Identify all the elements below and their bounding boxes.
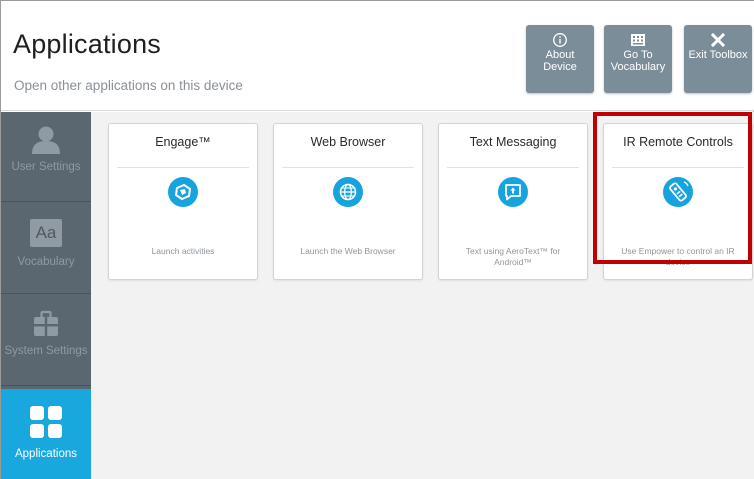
card-title: Text Messaging xyxy=(469,135,557,149)
page-title: Applications xyxy=(13,29,161,59)
sidebar-item-label: User Settings xyxy=(11,161,81,173)
sidebar-item-vocabulary[interactable]: Aa Vocabulary xyxy=(1,204,91,294)
card-description: Launch activities xyxy=(151,246,215,256)
app-card-text-messaging[interactable]: Text Messaging Text using AeroText™ for … xyxy=(438,123,588,280)
app-card-web-browser[interactable]: Web Browser Launch the Web Browser xyxy=(273,123,423,280)
go-to-vocabulary-label: Go To Vocabulary xyxy=(610,49,666,73)
info-icon xyxy=(526,31,594,49)
card-divider xyxy=(282,167,414,168)
close-icon xyxy=(684,31,752,49)
card-divider xyxy=(447,167,579,168)
sidebar-item-system-settings[interactable]: System Settings xyxy=(1,296,91,386)
aa-icon: Aa xyxy=(30,219,62,247)
grid-icon xyxy=(29,405,63,439)
card-divider xyxy=(117,167,249,168)
highlight-box xyxy=(593,112,752,264)
card-title: Web Browser xyxy=(310,135,386,149)
sidebar-item-label: Applications xyxy=(14,448,77,460)
card-description: Text using AeroText™ for Android™ xyxy=(465,246,561,267)
card-title: Engage™ xyxy=(155,135,211,149)
keyboard-icon xyxy=(604,31,672,49)
sidebar-item-user-settings[interactable]: User Settings xyxy=(1,112,91,202)
exit-toolbox-label: Exit Toolbox xyxy=(688,49,748,61)
go-to-vocabulary-button[interactable]: Go To Vocabulary xyxy=(604,25,672,93)
briefcase-icon xyxy=(32,310,60,338)
globe-icon xyxy=(333,177,363,207)
sidebar-item-applications[interactable]: Applications xyxy=(1,389,100,479)
sidebar-item-label: System Settings xyxy=(4,345,88,357)
message-icon xyxy=(498,177,528,207)
sidebar: User Settings Aa Vocabulary System Setti… xyxy=(1,112,100,479)
app-card-engage[interactable]: Engage™ Launch activities xyxy=(108,123,258,280)
user-icon xyxy=(31,124,61,154)
card-description: Launch the Web Browser xyxy=(300,246,396,256)
page-subtitle: Open other applications on this device xyxy=(14,78,243,93)
about-device-button[interactable]: About Device xyxy=(526,25,594,93)
engage-icon xyxy=(168,177,198,207)
header: Applications Open other applications on … xyxy=(1,1,754,111)
sidebar-item-label: Vocabulary xyxy=(17,256,75,268)
window: Applications Open other applications on … xyxy=(0,0,754,479)
about-device-label: About Device xyxy=(543,49,577,73)
exit-toolbox-button[interactable]: Exit Toolbox xyxy=(684,25,752,93)
